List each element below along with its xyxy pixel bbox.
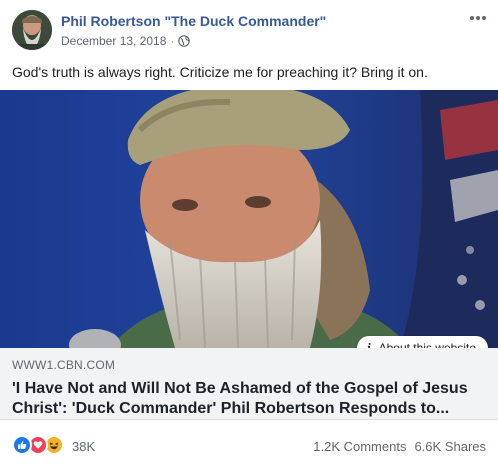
reaction-icons[interactable] [12,435,64,455]
meta-separator: · [170,34,175,48]
engagement-stats: 1.2K Comments 6.6K Shares [313,439,486,454]
link-preview[interactable]: i About this website WWW1.CBN.COM 'I Hav… [0,90,498,420]
avatar-photo [12,10,52,50]
post-meta: December 13, 2018 · [61,34,191,48]
author-name[interactable]: Phil Robertson "The Duck Commander" [61,13,326,29]
bearded-man-photo[interactable] [0,90,498,348]
like-icon[interactable] [12,435,32,455]
more-options-icon[interactable] [466,8,490,28]
shares-count[interactable]: 6.6K Shares [414,439,486,454]
link-caption[interactable]: WWW1.CBN.COM 'I Have Not and Will Not Be… [0,348,498,420]
globe-icon[interactable] [178,35,191,47]
link-title[interactable]: 'I Have Not and Will Not Be Ashamed of t… [12,379,486,419]
post-date[interactable]: December 13, 2018 [61,34,166,48]
reactions-bar: 38K 1.2K Comments 6.6K Shares [0,430,498,460]
comments-count[interactable]: 1.2K Comments [313,439,406,454]
avatar[interactable] [12,10,52,50]
post-header: Phil Robertson "The Duck Commander" Dece… [0,0,498,60]
reaction-count[interactable]: 38K [72,439,95,454]
post-text: God's truth is always right. Criticize m… [12,64,428,80]
link-domain: WWW1.CBN.COM [12,358,116,372]
